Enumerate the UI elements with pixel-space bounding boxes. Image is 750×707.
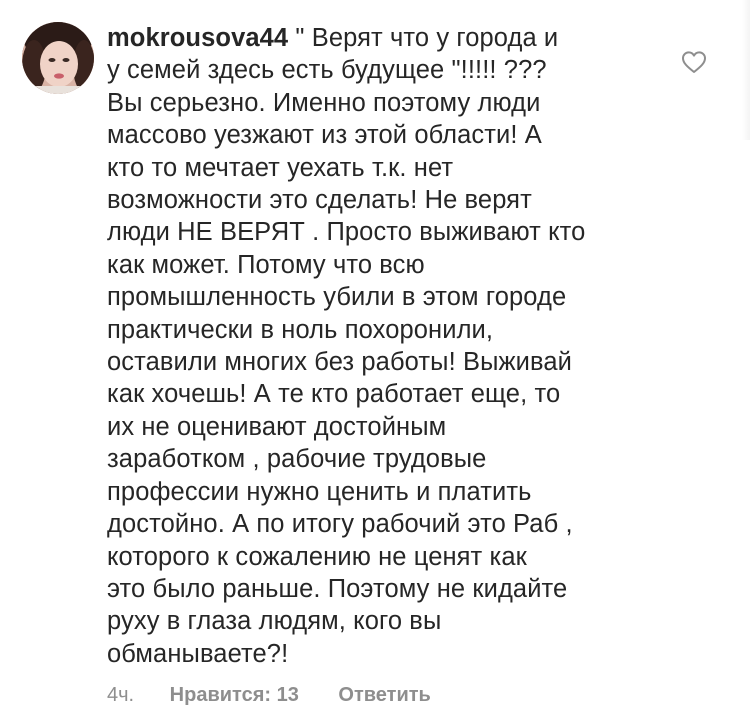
likes-count-button[interactable]: Нравится: 13 bbox=[170, 683, 299, 707]
comment-line: кто то мечтает уехать т.к. нет bbox=[107, 153, 454, 182]
scroll-edge bbox=[742, 0, 750, 140]
comment-line: промышленность убили в этом городе bbox=[107, 283, 567, 312]
avatar[interactable] bbox=[22, 22, 94, 94]
comment-line: обманываете?! bbox=[107, 639, 289, 668]
comment-line: это было раньше. Поэтому не кидайте bbox=[107, 574, 568, 603]
comment-line: mokrousova44 " Верят что у города и bbox=[107, 22, 637, 54]
timestamp: 4ч. bbox=[107, 684, 135, 706]
comment-line: люди НЕ ВЕРЯТ . Просто выживают кто bbox=[107, 218, 586, 247]
avatar-image bbox=[22, 22, 94, 94]
comment-line: массово уезжают из этой области! А bbox=[107, 121, 542, 150]
comment-line: профессии нужно ценить и платить bbox=[107, 477, 532, 506]
comment-line: как может. Потому что всю bbox=[107, 250, 425, 279]
comment-line: их не оценивают достойным bbox=[107, 412, 447, 441]
comment-meta: 4ч. Нравится: 13 Ответить bbox=[107, 683, 431, 707]
comment-line: которого к сожалению не ценят как bbox=[107, 542, 527, 571]
comment-line: как хочешь! А те кто работает еще, то bbox=[107, 380, 561, 409]
reply-button[interactable]: Ответить bbox=[338, 683, 430, 707]
comment-text: mokrousova44 " Верят что у города и у се… bbox=[107, 22, 637, 670]
comment-line: руху в глаза людям, кого вы bbox=[107, 607, 442, 636]
comment-line: практически в ноль похоронили, bbox=[107, 315, 494, 344]
comment-line: возможности это сделать! Не верят bbox=[107, 186, 532, 215]
comment-line: Вы серьезно. Именно поэтому люди bbox=[107, 88, 541, 117]
comment-item: mokrousova44 " Верят что у города и у се… bbox=[0, 0, 750, 707]
comment-line: у семей здесь есть будущее "!!!!! ??? bbox=[107, 56, 547, 85]
username-link[interactable]: mokrousova44 bbox=[107, 24, 288, 52]
comment-line: заработком , рабочие трудовые bbox=[107, 445, 487, 474]
comment-line-text: " Верят что у города и bbox=[295, 24, 559, 52]
comment-line: оставили многих без работы! Выживай bbox=[107, 348, 572, 377]
comment-line: достойно. А по итогу рабочий это Раб , bbox=[107, 510, 573, 539]
heart-outline-icon[interactable] bbox=[681, 50, 707, 74]
